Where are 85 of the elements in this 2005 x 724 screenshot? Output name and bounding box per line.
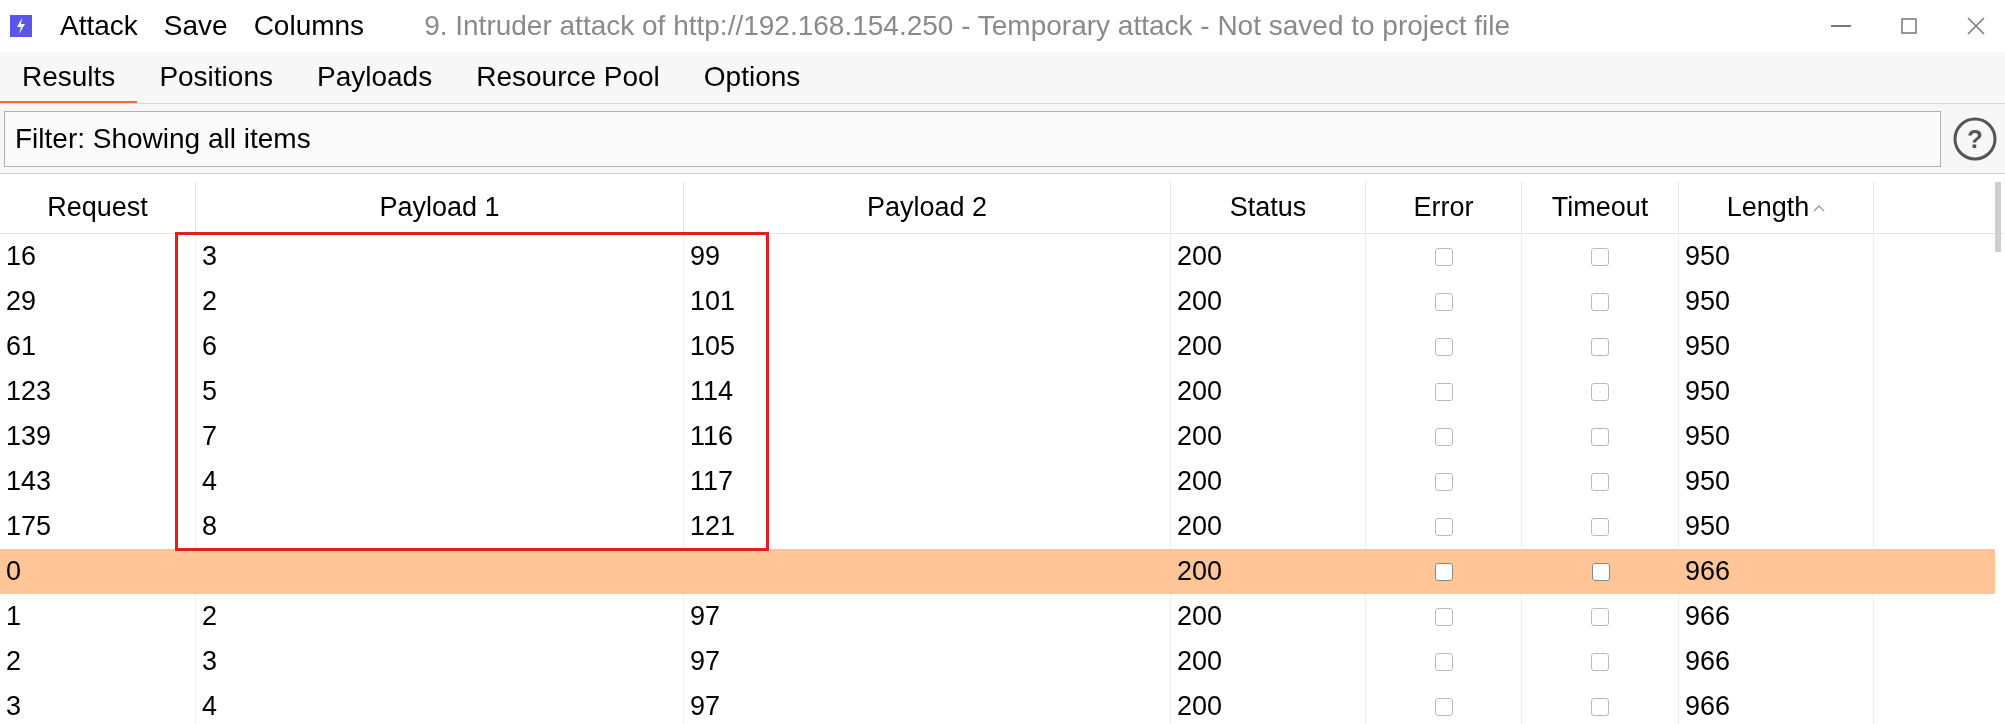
column-header[interactable]: Length bbox=[1726, 187, 1810, 228]
table-cell-text: 200 bbox=[1176, 510, 1223, 544]
table-cell-text: 1 bbox=[5, 600, 22, 634]
table-cell-text: 121 bbox=[689, 510, 736, 544]
table-cell-text: 175 bbox=[5, 510, 52, 544]
table-cell-text: 99 bbox=[689, 240, 721, 274]
table-cell-text: 200 bbox=[1176, 600, 1223, 634]
table-row[interactable]: 3 4 97 200 966 bbox=[0, 684, 1995, 724]
table-cell-text: 966 bbox=[1684, 600, 1731, 634]
table-cell-text: 123 bbox=[5, 375, 52, 409]
table-cell-text: 200 bbox=[1176, 285, 1223, 319]
table-cell-text: 200 bbox=[1176, 465, 1223, 499]
table-cell-text: 3 bbox=[201, 645, 218, 679]
tab[interactable]: Payloads bbox=[295, 52, 455, 103]
table-cell-text: 16 bbox=[5, 240, 37, 274]
table-cell-text: 29 bbox=[5, 285, 37, 319]
app-logo-icon bbox=[10, 15, 32, 37]
table-cell-text: 3 bbox=[201, 240, 218, 274]
table-row[interactable]: 139 7 116 200 950 bbox=[0, 414, 1995, 459]
table-cell-text: 143 bbox=[5, 465, 52, 499]
table-cell-text: 950 bbox=[1684, 330, 1731, 364]
table-cell-text: 97 bbox=[689, 645, 721, 679]
table-cell-text: 4 bbox=[201, 690, 218, 724]
table-cell-text: 200 bbox=[1176, 330, 1223, 364]
table-cell-text: 950 bbox=[1684, 240, 1731, 274]
table-cell-text: 5 bbox=[201, 375, 218, 409]
table-cell-text: 116 bbox=[689, 420, 734, 454]
table-cell-text: 0 bbox=[5, 555, 22, 589]
help-icon[interactable]: ? bbox=[1953, 116, 1997, 161]
table-row[interactable]: 123 5 114 200 950 bbox=[0, 369, 1995, 414]
table-cell-text: 105 bbox=[689, 330, 736, 364]
column-header[interactable]: Status bbox=[1229, 187, 1307, 228]
table-cell-text: 7 bbox=[201, 420, 218, 454]
tab[interactable]: Resource Pool bbox=[454, 52, 682, 103]
table-cell-text: 61 bbox=[5, 330, 37, 364]
scrollbar-thumb[interactable] bbox=[1995, 182, 2001, 252]
column-header[interactable]: Payload 2 bbox=[866, 187, 988, 228]
table-row[interactable]: 2 3 97 200 966 bbox=[0, 639, 1995, 684]
table-cell-text: 950 bbox=[1684, 285, 1731, 319]
table-cell-text: 966 bbox=[1684, 645, 1731, 679]
table-cell-text: 8 bbox=[201, 510, 218, 544]
table-cell-text: 950 bbox=[1684, 510, 1731, 544]
table-cell-text: 97 bbox=[689, 690, 721, 724]
table-row[interactable]: 61 6 105 200 950 bbox=[0, 324, 1995, 369]
table-cell-text: 6 bbox=[201, 330, 218, 364]
tab[interactable]: Options bbox=[681, 52, 823, 103]
maximize-icon[interactable] bbox=[1901, 18, 1917, 34]
column-header[interactable]: Timeout bbox=[1551, 187, 1649, 228]
column-header[interactable]: Error bbox=[1413, 187, 1474, 228]
table-cell-text: 139 bbox=[5, 420, 52, 454]
minimize-icon[interactable] bbox=[1831, 24, 1851, 28]
table-row[interactable]: 29 2 101 200 950 bbox=[0, 279, 1995, 324]
table-cell-text: 200 bbox=[1176, 690, 1223, 724]
menu-item[interactable]: Attack bbox=[60, 5, 138, 47]
filter-bar[interactable]: Filter: Showing all items bbox=[4, 110, 1941, 167]
table-cell-text: 2 bbox=[5, 645, 22, 679]
table-cell-text: 101 bbox=[689, 285, 736, 319]
tab[interactable]: Positions bbox=[137, 52, 295, 103]
table-cell-text: 117 bbox=[689, 465, 734, 499]
table-cell-text: 3 bbox=[5, 690, 22, 724]
menu-item[interactable]: Save bbox=[163, 5, 228, 47]
table-cell-text: 200 bbox=[1176, 555, 1223, 589]
table-cell-text: 950 bbox=[1684, 420, 1731, 454]
table-row[interactable]: 16 3 99 200 950 bbox=[0, 234, 1995, 279]
table-cell-text: 200 bbox=[1176, 375, 1223, 409]
table-cell-text: 2 bbox=[201, 285, 218, 319]
table-cell-text: 950 bbox=[1684, 465, 1731, 499]
table-cell-text: 4 bbox=[201, 465, 218, 499]
table-cell-text: 966 bbox=[1684, 555, 1731, 589]
table-row[interactable]: 1 2 97 200 966 bbox=[0, 594, 1995, 639]
close-icon[interactable] bbox=[1967, 17, 1985, 35]
menu-item[interactable]: Columns bbox=[253, 5, 365, 47]
table-cell-text: 200 bbox=[1176, 420, 1223, 454]
table-cell-text: 114 bbox=[689, 375, 734, 409]
table-cell-text: 2 bbox=[201, 600, 218, 634]
window-title: 9. Intruder attack of http://192.168.154.250 - Temporary attack - Not saved to project file bbox=[424, 9, 1510, 43]
table-cell-text: 200 bbox=[1176, 240, 1223, 274]
table-cell-text: 966 bbox=[1684, 690, 1731, 724]
column-header[interactable]: Request bbox=[47, 187, 148, 228]
column-header[interactable]: Payload 1 bbox=[379, 187, 500, 228]
selected-row[interactable]: 0 200 966 bbox=[0, 549, 1995, 594]
table-row[interactable]: 143 4 117 200 950 bbox=[0, 459, 1995, 504]
table-cell-text: 200 bbox=[1176, 645, 1223, 679]
table-cell-text: 97 bbox=[689, 600, 721, 634]
table-cell-text: 950 bbox=[1684, 375, 1731, 409]
